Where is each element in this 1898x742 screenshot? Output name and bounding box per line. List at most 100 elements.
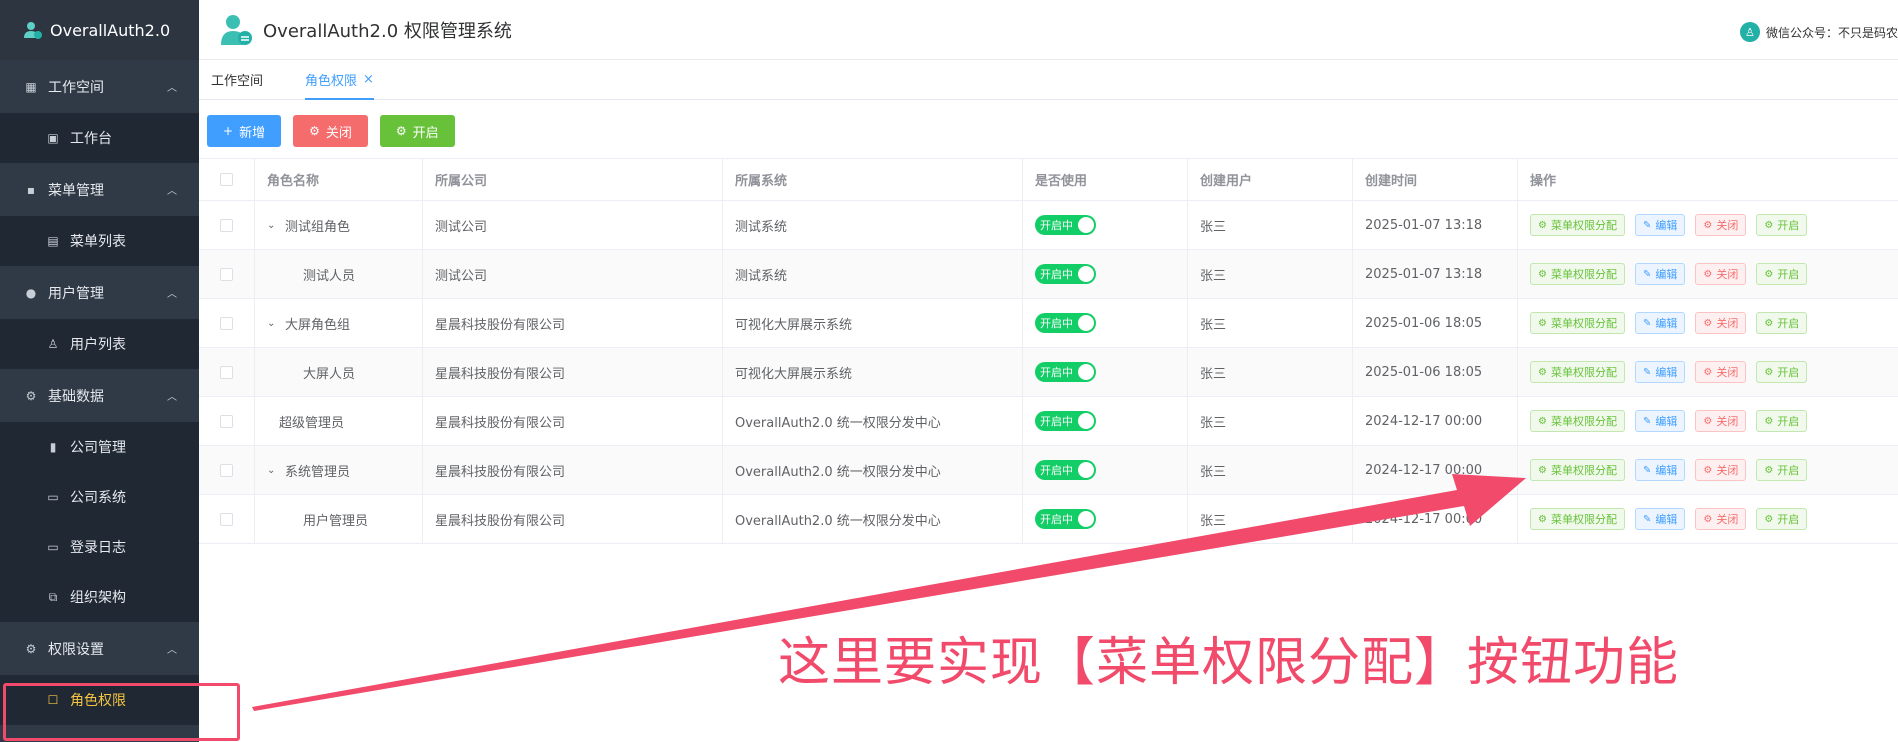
- sidebar-item[interactable]: ⧉ 组织架构: [0, 572, 199, 622]
- assign-menu-permission-button[interactable]: ⚙ 菜单权限分配: [1530, 361, 1625, 383]
- add-button[interactable]: + 新增: [207, 115, 282, 147]
- table-row[interactable]: ⌄ 测试组角色 测试公司 测试系统 开启中 张三 2025-01-07 13:1…: [199, 201, 1898, 250]
- building-icon: ▦: [25, 79, 37, 94]
- chevron-up-icon: ︿: [167, 645, 177, 656]
- row-close-button[interactable]: ⚙ 关闭: [1695, 361, 1747, 383]
- brand-logo-icon: [24, 22, 42, 39]
- table-row[interactable]: 用户管理员 星晨科技股份有限公司 OverallAuth2.0 统一权限分发中心…: [199, 495, 1898, 544]
- status-switch[interactable]: 开启中: [1035, 362, 1096, 382]
- row-select-cell[interactable]: [199, 495, 255, 543]
- row-select-cell[interactable]: [199, 397, 255, 445]
- brand[interactable]: OverallAuth2.0: [0, 0, 199, 60]
- row-open-button[interactable]: ⚙ 开启: [1756, 312, 1808, 334]
- table-row[interactable]: ⌄ 大屏角色组 星晨科技股份有限公司 可视化大屏展示系统 开启中 张三 2025…: [199, 299, 1898, 348]
- row-select-cell[interactable]: [199, 250, 255, 298]
- row-open-button[interactable]: ⚙ 开启: [1756, 214, 1808, 236]
- gear-icon: ⚙: [1703, 219, 1713, 231]
- sidebar-item[interactable]: ▭ 公司系统: [0, 472, 199, 522]
- edit-button[interactable]: ✎ 编辑: [1634, 263, 1686, 285]
- row-select-cell[interactable]: [199, 446, 255, 494]
- edit-button[interactable]: ✎ 编辑: [1634, 508, 1686, 530]
- sidebar-item-label: 公司系统: [70, 490, 126, 506]
- checkbox[interactable]: [220, 218, 233, 232]
- checkbox[interactable]: [220, 414, 233, 428]
- row-open-button[interactable]: ⚙ 开启: [1756, 410, 1808, 432]
- close-button[interactable]: ⚙ 关闭: [293, 115, 368, 147]
- switch-label: 开启中: [1040, 219, 1073, 232]
- row-open-button[interactable]: ⚙ 开启: [1756, 361, 1808, 383]
- sidebar-item[interactable]: ▣ 工作台: [0, 113, 199, 163]
- expand-arrow-icon[interactable]: ⌄: [267, 465, 277, 476]
- row-open-button[interactable]: ⚙ 开启: [1756, 508, 1808, 530]
- assign-menu-permission-button[interactable]: ⚙ 菜单权限分配: [1530, 508, 1625, 530]
- row-close-button[interactable]: ⚙ 关闭: [1695, 312, 1747, 334]
- table-row[interactable]: ⌄ 系统管理员 星晨科技股份有限公司 OverallAuth2.0 统一权限分发…: [199, 446, 1898, 495]
- sidebar-group[interactable]: ▦ 工作空间 ︿: [0, 60, 199, 113]
- row-close-button[interactable]: ⚙ 关闭: [1695, 410, 1747, 432]
- checkbox[interactable]: [220, 316, 233, 330]
- sidebar-group[interactable]: ⚙ 基础数据 ︿: [0, 369, 199, 422]
- assign-menu-permission-button[interactable]: ⚙ 菜单权限分配: [1530, 263, 1625, 285]
- close-button-label: 关闭: [325, 125, 352, 141]
- row-select-cell[interactable]: [199, 348, 255, 396]
- wechat-text: 微信公众号：不只是码农: [1765, 25, 1898, 40]
- open-button[interactable]: ⚙ 开启: [379, 115, 455, 147]
- table-row[interactable]: 超级管理员 星晨科技股份有限公司 OverallAuth2.0 统一权限分发中心…: [199, 397, 1898, 446]
- status-switch[interactable]: 开启中: [1035, 215, 1096, 235]
- status-switch[interactable]: 开启中: [1035, 460, 1096, 480]
- row-open-button[interactable]: ⚙ 开启: [1756, 263, 1808, 285]
- sidebar-group[interactable]: ▪ 菜单管理 ︿: [0, 163, 199, 216]
- sidebar-item[interactable]: ▭ 登录日志: [0, 522, 199, 572]
- status-switch[interactable]: 开启中: [1035, 509, 1096, 529]
- tab-workspace[interactable]: 工作空间: [199, 59, 275, 99]
- sidebar-group[interactable]: ⚙ 权限设置 ︿: [0, 622, 199, 675]
- row-close-button[interactable]: ⚙ 关闭: [1695, 508, 1747, 530]
- assign-menu-permission-button[interactable]: ⚙ 菜单权限分配: [1530, 459, 1625, 481]
- row-close-button[interactable]: ⚙ 关闭: [1695, 263, 1747, 285]
- status-switch[interactable]: 开启中: [1035, 264, 1096, 284]
- row-close-button[interactable]: ⚙ 关闭: [1695, 459, 1747, 481]
- sidebar-item[interactable]: ♙ 用户列表: [0, 319, 199, 369]
- expand-arrow-icon[interactable]: ⌄: [267, 318, 277, 329]
- edit-icon: ✎: [1642, 513, 1652, 525]
- row-select-cell[interactable]: [199, 201, 255, 249]
- expand-arrow-icon[interactable]: ⌄: [267, 220, 277, 231]
- edit-button[interactable]: ✎ 编辑: [1634, 459, 1686, 481]
- sidebar-item[interactable]: ▮ 公司管理: [0, 422, 199, 472]
- tab-role-permission[interactable]: 角色权限 ×: [293, 59, 386, 100]
- table-row[interactable]: 测试人员 测试公司 测试系统 开启中 张三 2025-01-07 13:18 ⚙…: [199, 250, 1898, 299]
- checkbox[interactable]: [220, 365, 233, 379]
- status-switch[interactable]: 开启中: [1035, 313, 1096, 333]
- row-open-button[interactable]: ⚙ 开启: [1756, 459, 1808, 481]
- row-select-cell[interactable]: [199, 299, 255, 347]
- gear-icon: ⚙: [25, 388, 37, 403]
- checkbox[interactable]: [220, 173, 233, 186]
- sidebar-item[interactable]: ▤ 菜单列表: [0, 216, 199, 266]
- row-close-button[interactable]: ⚙ 关闭: [1695, 214, 1747, 236]
- edit-button[interactable]: ✎ 编辑: [1634, 410, 1686, 432]
- table-row[interactable]: 大屏人员 星晨科技股份有限公司 可视化大屏展示系统 开启中 张三 2025-01…: [199, 348, 1898, 397]
- assign-menu-permission-button[interactable]: ⚙ 菜单权限分配: [1530, 312, 1625, 334]
- status-switch[interactable]: 开启中: [1035, 411, 1096, 431]
- assign-menu-permission-button[interactable]: ⚙ 菜单权限分配: [1530, 214, 1625, 236]
- header-cell: 是否使用: [1023, 159, 1188, 200]
- system-cell: OverallAuth2.0 统一权限分发中心: [723, 397, 1023, 445]
- switch-knob: [1078, 217, 1094, 233]
- header-select-all[interactable]: [199, 159, 255, 200]
- checkbox[interactable]: [220, 463, 233, 477]
- assign-menu-permission-button[interactable]: ⚙ 菜单权限分配: [1530, 410, 1625, 432]
- role-name: 用户管理员: [303, 513, 369, 529]
- tab-close-icon[interactable]: ×: [363, 72, 374, 87]
- checkbox[interactable]: [220, 512, 233, 526]
- edit-button[interactable]: ✎ 编辑: [1634, 361, 1686, 383]
- switch-label: 开启中: [1040, 268, 1073, 281]
- header-wechat-info[interactable]: ♙ 微信公众号：不只是码农: [1739, 22, 1898, 42]
- sidebar-group[interactable]: ● 用户管理 ︿: [0, 266, 199, 319]
- button-label: 菜单权限分配: [1550, 513, 1617, 526]
- header-cell: 角色名称: [255, 159, 423, 200]
- checkbox[interactable]: [220, 267, 233, 281]
- switch-label: 开启中: [1040, 415, 1073, 428]
- edit-button[interactable]: ✎ 编辑: [1634, 214, 1686, 236]
- switch-label: 开启中: [1040, 513, 1073, 526]
- edit-button[interactable]: ✎ 编辑: [1634, 312, 1686, 334]
